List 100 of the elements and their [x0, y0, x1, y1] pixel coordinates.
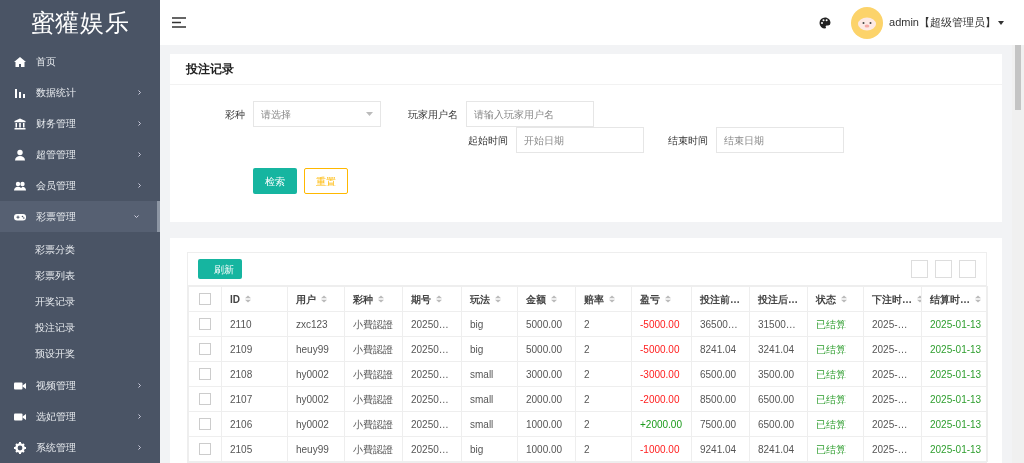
table-cell: 20250…: [411, 393, 449, 405]
toolbar-button[interactable]: [911, 260, 928, 278]
sort-icon[interactable]: [609, 295, 615, 303]
table-cell: 20250…: [411, 318, 449, 330]
table-cell: hy0002: [296, 393, 329, 405]
menu-item[interactable]: 超管管理: [0, 139, 160, 170]
table-cell: 9241.04: [700, 443, 737, 455]
submenu-item[interactable]: 开奖记录: [0, 288, 160, 314]
row-checkbox[interactable]: [199, 318, 211, 330]
table-cell: -3000.00: [640, 368, 680, 380]
toolbar-button[interactable]: [959, 260, 976, 278]
table-cell: 3000.00: [526, 368, 563, 380]
table-cell: 2: [584, 418, 590, 430]
table-cell: 36500…: [700, 318, 738, 330]
users-icon: [14, 179, 26, 192]
table-cell: +2000.00: [640, 418, 682, 430]
table-cell: 2025-…: [872, 418, 908, 430]
column-header[interactable]: 下注时…: [872, 291, 912, 307]
menu-item[interactable]: 会员管理: [0, 170, 160, 201]
table-cell: 5000.00: [526, 318, 563, 330]
input-field[interactable]: 请输入玩家用户名: [466, 101, 594, 127]
field-label: 彩种: [224, 107, 246, 122]
settings-icon: [14, 441, 26, 454]
table-cell: 6500.00: [758, 418, 795, 430]
column-header[interactable]: 彩种: [353, 291, 373, 307]
column-header[interactable]: 盈亏: [640, 291, 660, 307]
row-checkbox[interactable]: [199, 368, 211, 380]
table-cell: -2000.00: [640, 393, 680, 405]
column-header[interactable]: 状态: [816, 291, 836, 307]
submenu-item[interactable]: 投注记录: [0, 314, 160, 340]
menu-item[interactable]: 首页: [0, 46, 160, 77]
input-field[interactable]: 结束日期: [716, 127, 844, 153]
table-cell: 1000.00: [526, 443, 563, 455]
row-checkbox[interactable]: [199, 443, 211, 455]
avatar-icon[interactable]: [851, 6, 884, 39]
sort-icon[interactable]: [436, 295, 442, 303]
table-cell: 2: [584, 393, 590, 405]
select-all-checkbox[interactable]: [199, 293, 211, 305]
table-cell: 2: [584, 443, 590, 455]
menu-item[interactable]: 财务管理: [0, 108, 160, 139]
sort-icon[interactable]: [495, 295, 501, 303]
table-cell: 2025-…: [872, 368, 908, 380]
submenu-item[interactable]: 预设开奖: [0, 340, 160, 366]
sort-icon[interactable]: [975, 295, 981, 303]
sort-icon[interactable]: [321, 295, 327, 303]
table-cell: 20250…: [411, 368, 449, 380]
select-field[interactable]: 请选择: [253, 101, 381, 127]
column-header[interactable]: 玩法: [470, 291, 490, 307]
table-cell: 已结算: [816, 368, 846, 380]
caret-icon[interactable]: [998, 20, 1004, 25]
card-title: 投注记录: [186, 61, 234, 78]
menu-item[interactable]: 彩票管理: [0, 201, 160, 232]
table-cell: 已结算: [816, 318, 846, 330]
column-header[interactable]: 投注后…: [758, 291, 798, 307]
field-label: 结束时间: [667, 133, 709, 148]
table-cell: 2025-…: [872, 318, 908, 330]
table-cell: 20250…: [411, 343, 449, 355]
sort-icon[interactable]: [841, 295, 847, 303]
table-cell: 2025-01-13: [930, 393, 982, 405]
menu-item[interactable]: 系统管理: [0, 432, 160, 463]
menu-icon[interactable]: [172, 17, 186, 28]
sort-icon[interactable]: [378, 295, 384, 303]
column-header[interactable]: 金额: [526, 291, 546, 307]
table-cell: 1000.00: [526, 418, 563, 430]
table-cell: small: [470, 368, 494, 380]
row-checkbox[interactable]: [199, 343, 211, 355]
row-checkbox[interactable]: [199, 393, 211, 405]
column-header[interactable]: 结算时…: [930, 291, 970, 307]
table-cell: 2025-01-13: [930, 368, 982, 380]
table-cell: 6500.00: [758, 393, 795, 405]
table-cell: -1000.00: [640, 443, 680, 455]
column-header[interactable]: 投注前…: [700, 291, 740, 307]
table-cell: 2025-01-13: [930, 343, 982, 355]
table-cell: 2109: [230, 343, 253, 355]
column-header[interactable]: ID: [230, 291, 240, 307]
table-cell: 已结算: [816, 443, 846, 455]
table-cell: 2107: [230, 393, 253, 405]
column-header[interactable]: 期号: [411, 291, 431, 307]
table-cell: 2110: [230, 318, 252, 330]
palette-icon[interactable]: [819, 16, 832, 29]
table-cell: big: [470, 343, 484, 355]
sort-icon[interactable]: [665, 295, 671, 303]
toolbar-button[interactable]: [935, 260, 952, 278]
table-cell: 7500.00: [700, 418, 737, 430]
input-field[interactable]: 开始日期: [516, 127, 644, 153]
menu-item[interactable]: 选妃管理: [0, 401, 160, 432]
sort-icon[interactable]: [245, 295, 251, 303]
scrollbar[interactable]: [1012, 45, 1024, 463]
column-header[interactable]: 赔率: [584, 291, 604, 307]
user-menu[interactable]: admin【超级管理员】: [889, 14, 996, 31]
column-header[interactable]: 用户: [296, 291, 316, 307]
row-checkbox[interactable]: [199, 418, 211, 430]
table-cell: big: [470, 318, 484, 330]
logo-text: 蜜獾娱乐: [30, 7, 130, 38]
menu-item[interactable]: 视频管理: [0, 370, 160, 401]
table-cell: -5000.00: [640, 318, 680, 330]
sort-icon[interactable]: [551, 295, 557, 303]
menu-item[interactable]: 数据统计: [0, 77, 160, 108]
submenu-item[interactable]: 彩票列表: [0, 262, 160, 288]
submenu-item[interactable]: 彩票分类: [0, 236, 160, 262]
